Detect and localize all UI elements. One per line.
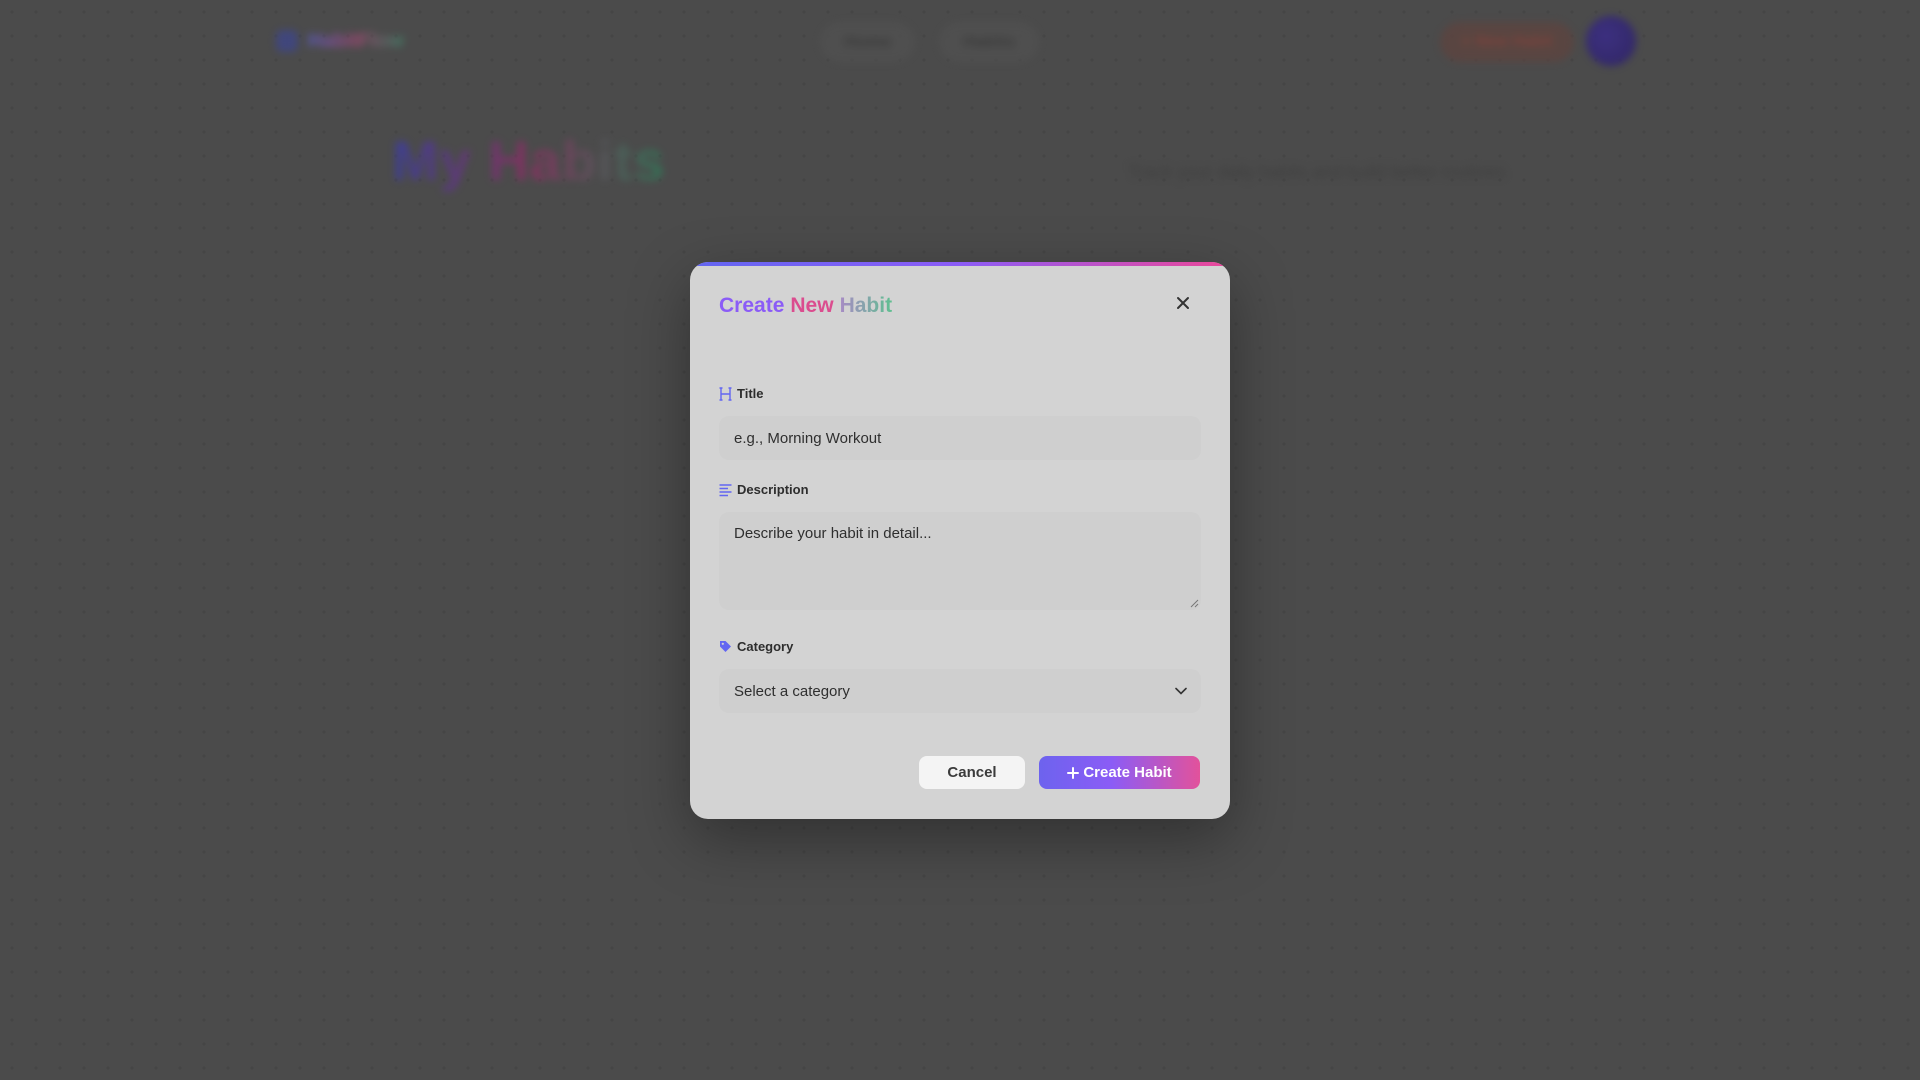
page-title: My Habits (392, 129, 666, 192)
description-field-label: Description (719, 482, 809, 497)
title-label-text: Title (737, 386, 764, 401)
nav-new-habit-button: + New Habit (1440, 22, 1574, 62)
page: HabitFlow Home Habits + New Habit My Hab… (0, 0, 1920, 1080)
avatar (1586, 16, 1636, 66)
nav-link-habits: Habits (939, 22, 1040, 62)
description-label-text: Description (737, 482, 809, 497)
description-placeholder: Describe your habit in detail... (734, 525, 932, 542)
close-icon (1177, 297, 1189, 309)
chevron-down-icon (1175, 687, 1187, 695)
title-input[interactable]: e.g., Morning Workout (719, 416, 1201, 460)
title-input-placeholder: e.g., Morning Workout (734, 429, 882, 447)
nav-logo: HabitFlow (276, 26, 404, 56)
category-label-text: Category (737, 639, 794, 654)
plus-icon (1067, 766, 1080, 779)
close-button[interactable] (1168, 288, 1198, 318)
description-textarea[interactable]: Describe your habit in detail... (719, 512, 1201, 610)
create-habit-button[interactable]: Create Habit (1039, 756, 1200, 789)
page-subtitle: Track your daily habits and build better… (1128, 162, 1506, 182)
nav-links: Home Habits (820, 22, 1040, 62)
nav-link-home: Home (820, 22, 916, 62)
heading-icon (719, 386, 732, 401)
category-selected-value: Select a category (734, 682, 850, 700)
cancel-button[interactable]: Cancel (919, 756, 1025, 789)
modal-title-word-2: New (790, 294, 834, 317)
modal-accent-bar (690, 262, 1230, 266)
logo-text: HabitFlow (308, 29, 404, 52)
modal-title: Create New Habit (719, 294, 892, 318)
modal-title-word-1: Create (719, 294, 785, 317)
create-habit-label: Create Habit (1083, 764, 1172, 781)
logo-icon (276, 30, 298, 52)
tag-icon (720, 641, 731, 652)
title-field-label: Title (719, 386, 764, 401)
resize-handle-icon[interactable] (1189, 598, 1199, 608)
category-field-label: Category (719, 639, 793, 654)
create-habit-modal: Create New Habit Title e.g., Morning Wor… (690, 262, 1230, 819)
text-lines-icon (719, 483, 732, 496)
category-select[interactable]: Select a category (719, 669, 1201, 713)
modal-title-word-3: Habit (839, 294, 893, 317)
